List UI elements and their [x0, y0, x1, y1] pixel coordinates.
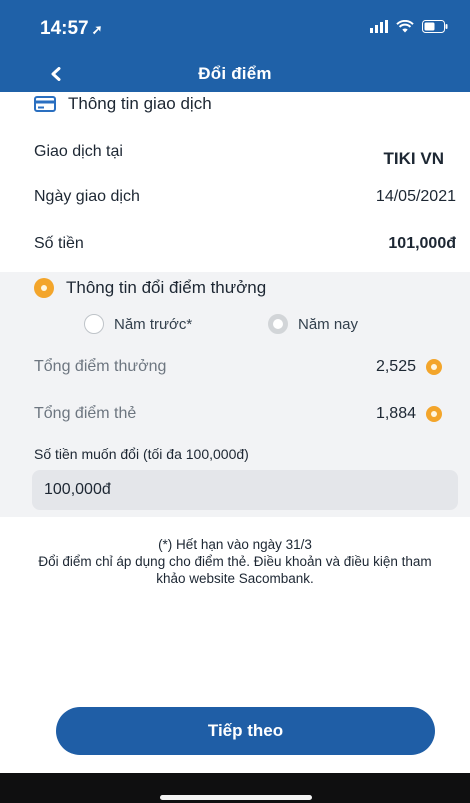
amount-row: Số tiền 101,000đ	[34, 232, 456, 256]
amount-field-label: Số tiền muốn đổi (tối đa 100,000đ)	[34, 446, 249, 462]
total-reward-row: Tổng điểm thưởng 2,525	[34, 356, 442, 378]
screen: 14:57 ➚ Đổi điểm Thông tin giao dịch Giao…	[0, 0, 470, 803]
card-icon	[34, 96, 56, 112]
transaction-heading: Thông tin giao dịch	[34, 94, 212, 114]
option-this-year-label: Năm nay	[298, 315, 359, 333]
total-card-row: Tổng điểm thẻ 1,884	[34, 403, 442, 425]
status-icons	[370, 20, 448, 33]
date-value: 14/05/2021	[375, 188, 456, 205]
total-reward-value: 2,525	[375, 358, 416, 375]
total-card-amount: 1,884	[376, 405, 442, 423]
coin-icon	[426, 359, 442, 375]
transaction-heading-label: Thông tin giao dịch	[68, 94, 212, 113]
wifi-icon	[396, 20, 414, 33]
radio-selected-icon	[268, 314, 288, 334]
time-text: 14:57	[40, 18, 89, 39]
location-arrow-icon: ➚	[91, 22, 103, 37]
total-reward-label: Tổng điểm thưởng	[34, 358, 167, 375]
merchant-row: Giao dịch tại TIKI VN	[34, 140, 456, 168]
home-indicator[interactable]	[160, 795, 312, 800]
coin-icon	[426, 406, 442, 422]
year-option-group: Năm trước* Năm nay	[0, 314, 470, 338]
radio-unselected-icon	[84, 314, 104, 334]
signal-icon	[370, 20, 388, 33]
date-row: Ngày giao dịch 14/05/2021	[34, 185, 456, 209]
total-card-label: Tổng điểm thẻ	[34, 405, 137, 422]
note-line-2: Đổi điểm chỉ áp dụng cho điểm thẻ. Điều …	[38, 554, 432, 586]
next-button[interactable]: Tiếp theo	[56, 707, 435, 755]
coin-icon	[34, 278, 54, 298]
note-line-1: (*) Hết hạn vào ngày 31/3	[158, 537, 312, 552]
option-this-year[interactable]: Năm nay	[268, 314, 358, 334]
expiry-note: (*) Hết hạn vào ngày 31/3 Đổi điểm chỉ á…	[14, 536, 456, 587]
option-last-year-label: Năm trước*	[114, 315, 193, 333]
page-title: Đổi điểm	[198, 64, 272, 83]
reward-heading: Thông tin đổi điểm thưởng	[34, 278, 266, 298]
merchant-label: Giao dịch tại	[34, 143, 123, 160]
app-header: 14:57 ➚ Đổi điểm	[0, 0, 470, 92]
total-reward-amount: 2,525	[376, 358, 442, 376]
amount-value: 101,000đ	[388, 235, 456, 252]
amount-input[interactable]: 100,000đ	[32, 470, 458, 510]
status-time: 14:57 ➚	[40, 18, 103, 40]
date-label: Ngày giao dịch	[34, 188, 140, 205]
amount-label: Số tiền	[34, 235, 84, 252]
total-card-value: 1,884	[375, 405, 416, 422]
reward-heading-label: Thông tin đổi điểm thưởng	[66, 278, 267, 297]
battery-icon	[422, 20, 448, 33]
option-last-year[interactable]: Năm trước*	[84, 314, 192, 334]
merchant-value: TIKI VN	[383, 149, 444, 168]
